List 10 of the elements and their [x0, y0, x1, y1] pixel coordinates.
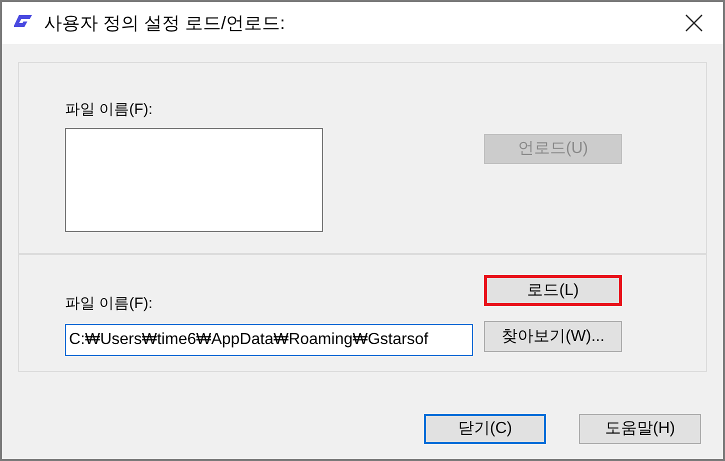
close-button[interactable]: 닫기(C): [424, 414, 546, 444]
file-list[interactable]: [65, 128, 323, 232]
close-icon[interactable]: [685, 14, 703, 32]
load-button[interactable]: 로드(L): [484, 275, 622, 306]
file-name-label: 파일 이름(F):: [65, 294, 154, 314]
help-button[interactable]: 도움말(H): [579, 414, 701, 444]
file-name-label: 파일 이름(F):: [65, 100, 154, 120]
window-title: 사용자 정의 설정 로드/언로드:: [44, 12, 286, 34]
file-path-field[interactable]: C:₩Users₩time6₩AppData₩Roaming₩Gstarsof: [65, 324, 473, 356]
browse-button[interactable]: 찾아보기(W)...: [484, 321, 622, 352]
